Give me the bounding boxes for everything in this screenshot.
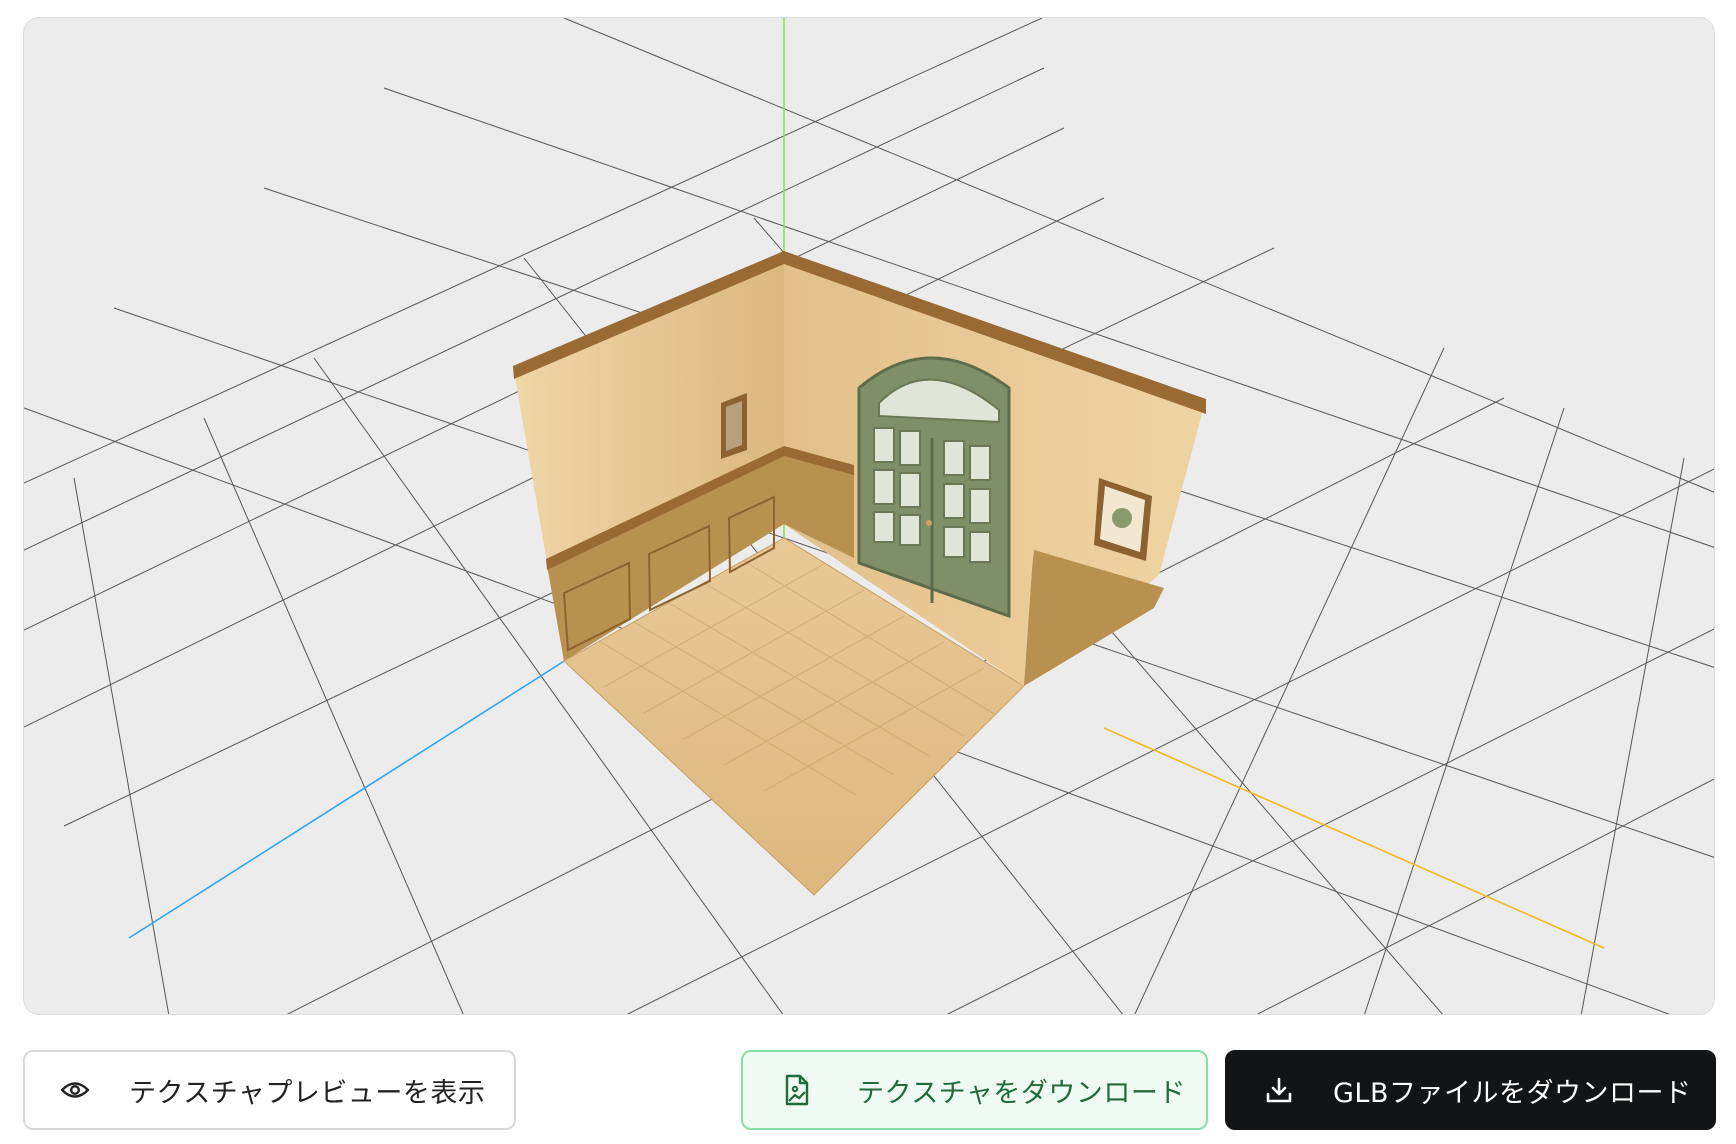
show-texture-preview-button[interactable]: テクスチャプレビューを表示 bbox=[23, 1050, 516, 1130]
scene-canvas[interactable] bbox=[24, 18, 1715, 1015]
download-glb-label: GLBファイルをダウンロード bbox=[1333, 1077, 1692, 1109]
3d-viewport[interactable] bbox=[23, 17, 1715, 1015]
eye-icon bbox=[55, 1070, 95, 1110]
small-picture-frame bbox=[721, 393, 747, 459]
room-model[interactable] bbox=[513, 251, 1206, 896]
download-glb-button[interactable]: GLBファイルをダウンロード bbox=[1225, 1050, 1716, 1130]
image-file-icon bbox=[777, 1070, 817, 1110]
download-icon bbox=[1259, 1070, 1299, 1110]
download-texture-label: テクスチャをダウンロード bbox=[857, 1077, 1186, 1109]
show-texture-preview-label: テクスチャプレビューを表示 bbox=[129, 1077, 486, 1109]
download-texture-button[interactable]: テクスチャをダウンロード bbox=[741, 1050, 1208, 1130]
